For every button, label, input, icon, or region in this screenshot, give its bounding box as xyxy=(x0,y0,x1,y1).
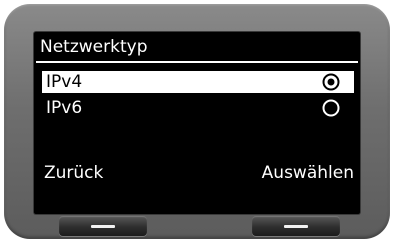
softkey-back-label[interactable]: Zurück xyxy=(44,161,103,185)
minus-icon xyxy=(91,225,115,228)
option-ipv6[interactable]: IPv6 xyxy=(42,97,354,119)
left-softkey-button[interactable] xyxy=(59,216,147,236)
minus-icon xyxy=(284,225,308,228)
screen-title: Netzwerktyp xyxy=(40,37,148,57)
display-screen xyxy=(34,32,360,214)
radio-unselected-icon xyxy=(322,99,340,117)
option-label: IPv4 xyxy=(46,72,83,92)
right-softkey-button[interactable] xyxy=(252,216,340,236)
softkey-bar: Zurück Auswählen xyxy=(36,161,358,185)
title-divider xyxy=(36,61,358,63)
radio-selected-icon xyxy=(322,73,340,91)
option-label: IPv6 xyxy=(46,98,83,118)
option-ipv4[interactable]: IPv4 xyxy=(42,71,354,93)
softkey-select-label[interactable]: Auswählen xyxy=(262,161,354,185)
